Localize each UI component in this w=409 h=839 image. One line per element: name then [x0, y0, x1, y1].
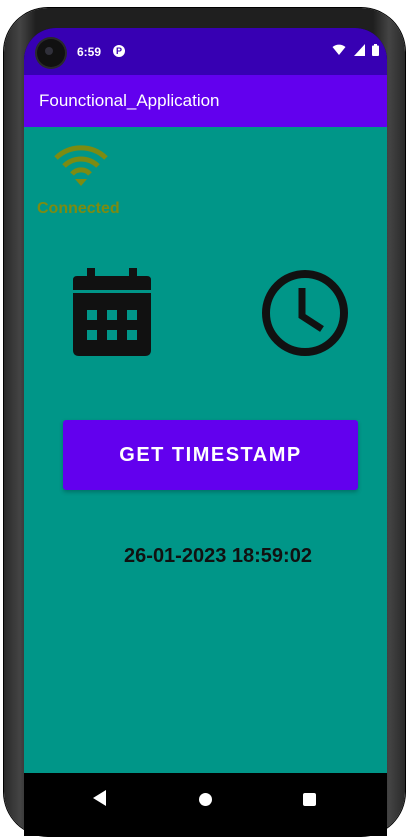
back-icon[interactable] — [93, 790, 106, 806]
battery-icon — [372, 44, 379, 56]
phone-screen: 6:59 P Founctional_Application Connected… — [24, 28, 387, 836]
get-timestamp-button[interactable]: GET TIMESTAMP — [63, 420, 358, 490]
status-icons — [329, 44, 379, 58]
signal-icon — [353, 44, 365, 56]
front-camera — [37, 39, 65, 67]
status-bar: 6:59 P — [24, 28, 387, 75]
wifi-icon — [54, 145, 108, 186]
status-time: 6:59 — [77, 45, 102, 59]
recents-icon[interactable] — [303, 793, 316, 806]
navigation-bar — [24, 773, 387, 836]
network-status-label: Connected — [37, 200, 120, 217]
clock-icon[interactable] — [260, 268, 350, 358]
media-notification-icon: P — [113, 45, 125, 57]
app-bar: Founctional_Application — [24, 75, 387, 127]
main-content: Connected GET TIMESTAMP 26-01-2023 18:59… — [24, 127, 387, 773]
timestamp-text: 26-01-2023 18:59:02 — [124, 545, 312, 567]
home-icon[interactable] — [199, 793, 212, 806]
calendar-icon[interactable] — [71, 268, 153, 358]
wifi-status-icon — [332, 44, 346, 55]
app-title: Founctional_Application — [39, 91, 220, 110]
